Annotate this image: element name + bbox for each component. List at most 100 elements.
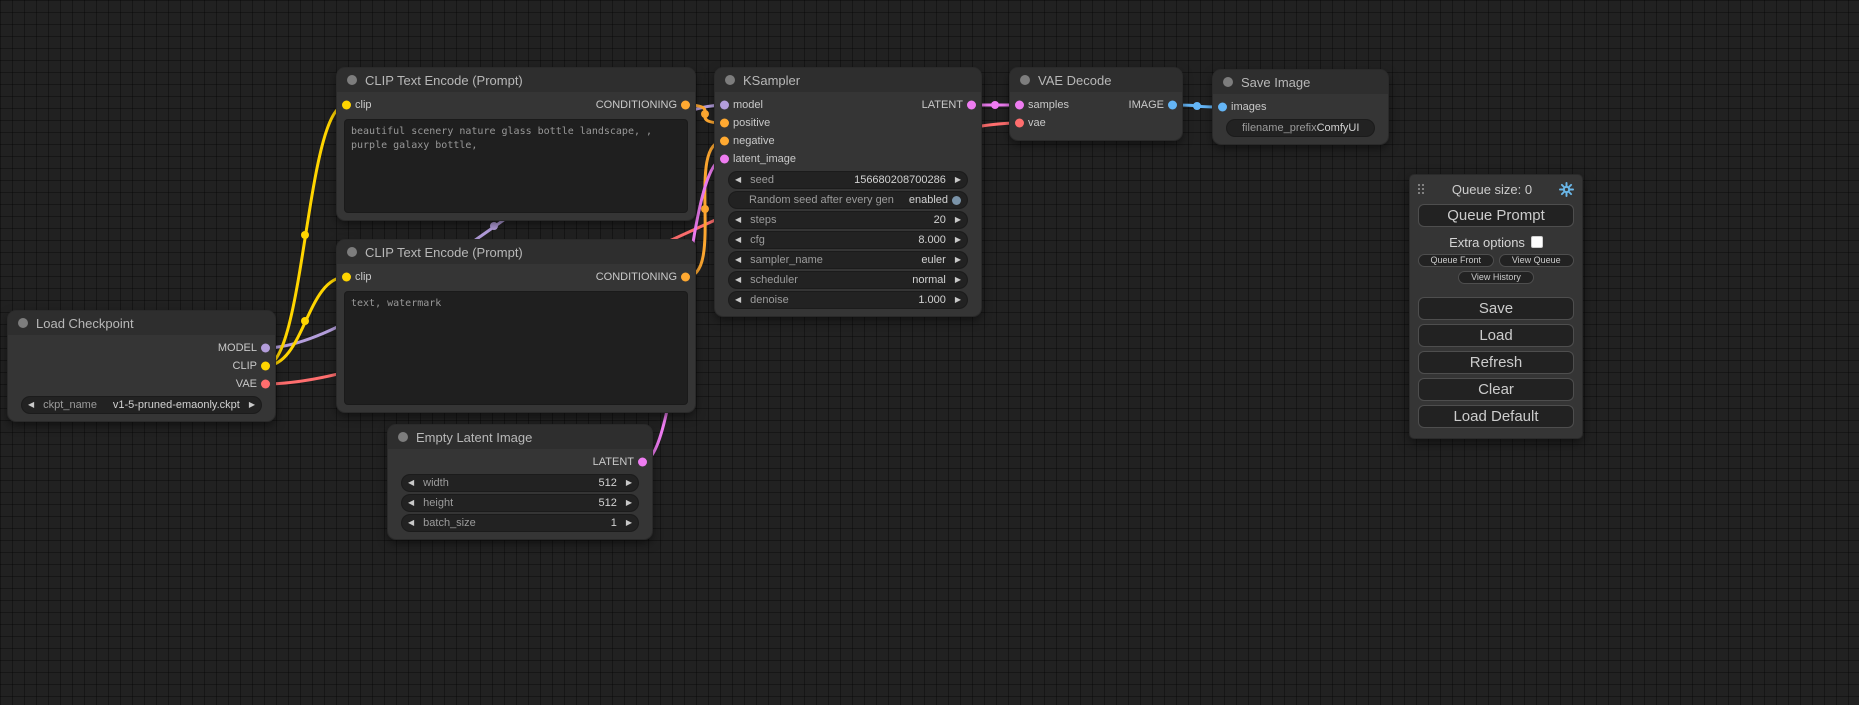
toggle-knob[interactable] [952, 196, 961, 205]
widget-random-seed-toggle[interactable]: Random seed after every gen enabled [729, 192, 967, 208]
collapse-dot-icon[interactable] [398, 432, 408, 442]
node-title-bar[interactable]: Save Image [1213, 70, 1388, 94]
node-title: Save Image [1241, 75, 1310, 90]
decrement-arrow-icon[interactable]: ◀ [735, 216, 741, 224]
node-load-checkpoint[interactable]: Load Checkpoint MODEL CLIP VAE ◀ ckpt_na… [8, 311, 275, 421]
widget-seed[interactable]: ◀ seed 156680208700286 ▶ [729, 172, 967, 188]
extra-options-row: Extra options [1418, 234, 1574, 250]
increment-arrow-icon[interactable]: ▶ [626, 519, 632, 527]
decrement-arrow-icon[interactable]: ◀ [28, 401, 34, 409]
decrement-arrow-icon[interactable]: ◀ [408, 519, 414, 527]
node-save-image[interactable]: Save Image images filename_prefix ComfyU… [1213, 70, 1388, 144]
increment-arrow-icon[interactable]: ▶ [955, 176, 961, 184]
widget-sampler-name[interactable]: ◀ sampler_name euler ▶ [729, 252, 967, 268]
increment-arrow-icon[interactable]: ▶ [955, 276, 961, 284]
slot-negative-input[interactable] [720, 137, 729, 146]
slot-vae-input[interactable] [1015, 119, 1024, 128]
collapse-dot-icon[interactable] [1223, 77, 1233, 87]
slot-row: positive [715, 114, 981, 132]
slot-clip-output[interactable] [261, 362, 270, 371]
slot-image-output[interactable] [1168, 101, 1177, 110]
node-title: CLIP Text Encode (Prompt) [365, 245, 523, 260]
widget-cfg[interactable]: ◀ cfg 8.000 ▶ [729, 232, 967, 248]
extra-options-checkbox[interactable] [1531, 236, 1543, 248]
slot-samples-input[interactable] [1015, 101, 1024, 110]
slot-conditioning-output[interactable] [681, 101, 690, 110]
slot-model-output[interactable] [261, 344, 270, 353]
collapse-dot-icon[interactable] [1020, 75, 1030, 85]
node-clip-text-encode-negative[interactable]: CLIP Text Encode (Prompt) clip CONDITION… [337, 240, 695, 412]
slot-images-input[interactable] [1218, 103, 1227, 112]
decrement-arrow-icon[interactable]: ◀ [735, 276, 741, 284]
drag-handle-icon[interactable] [1418, 184, 1425, 195]
decrement-arrow-icon[interactable]: ◀ [408, 479, 414, 487]
refresh-button[interactable]: Refresh [1418, 351, 1574, 374]
comfy-menu[interactable]: Queue size: 0 Queue Prompt Extra options [1410, 175, 1582, 438]
increment-arrow-icon[interactable]: ▶ [955, 216, 961, 224]
slot-latent-image-input[interactable] [720, 155, 729, 164]
queue-prompt-button[interactable]: Queue Prompt [1418, 204, 1574, 227]
slot-clip-input[interactable] [342, 273, 351, 282]
output-slot-label: MODEL [218, 342, 257, 354]
settings-gear-icon[interactable] [1559, 182, 1574, 197]
decrement-arrow-icon[interactable]: ◀ [735, 176, 741, 184]
widget-denoise[interactable]: ◀ denoise 1.000 ▶ [729, 292, 967, 308]
node-title-bar[interactable]: KSampler [715, 68, 981, 92]
history-row: View History [1418, 271, 1574, 284]
decrement-arrow-icon[interactable]: ◀ [735, 296, 741, 304]
slot-latent-output[interactable] [967, 101, 976, 110]
slot-vae-output[interactable] [261, 380, 270, 389]
queue-size-label: Queue size: 0 [1425, 182, 1559, 197]
save-button[interactable]: Save [1418, 297, 1574, 320]
prompt-textarea[interactable]: text, watermark [345, 292, 687, 404]
slot-latent-output[interactable] [638, 458, 647, 467]
node-title-bar[interactable]: VAE Decode [1010, 68, 1182, 92]
collapse-dot-icon[interactable] [725, 75, 735, 85]
widget-value: 512 [598, 477, 616, 489]
output-slot-label: LATENT [922, 99, 963, 111]
decrement-arrow-icon[interactable]: ◀ [735, 236, 741, 244]
widget-ckpt-name[interactable]: ◀ ckpt_name v1-5-pruned-emaonly.ckpt ▶ [22, 397, 261, 413]
collapse-dot-icon[interactable] [347, 247, 357, 257]
node-vae-decode[interactable]: VAE Decode samples IMAGE vae [1010, 68, 1182, 140]
slot-conditioning-output[interactable] [681, 273, 690, 282]
view-queue-button[interactable]: View Queue [1499, 254, 1575, 267]
node-ksampler[interactable]: KSampler model LATENT positive negative … [715, 68, 981, 316]
node-clip-text-encode-positive[interactable]: CLIP Text Encode (Prompt) clip CONDITION… [337, 68, 695, 220]
increment-arrow-icon[interactable]: ▶ [249, 401, 255, 409]
increment-arrow-icon[interactable]: ▶ [955, 256, 961, 264]
widget-label: ckpt_name [43, 399, 97, 411]
widget-steps[interactable]: ◀ steps 20 ▶ [729, 212, 967, 228]
node-title-bar[interactable]: CLIP Text Encode (Prompt) [337, 240, 695, 264]
node-empty-latent-image[interactable]: Empty Latent Image LATENT ◀ width 512 ▶ … [388, 425, 652, 539]
decrement-arrow-icon[interactable]: ◀ [735, 256, 741, 264]
widget-width[interactable]: ◀ width 512 ▶ [402, 475, 638, 491]
widget-scheduler[interactable]: ◀ scheduler normal ▶ [729, 272, 967, 288]
node-title-bar[interactable]: CLIP Text Encode (Prompt) [337, 68, 695, 92]
node-graph-canvas[interactable]: Load Checkpoint MODEL CLIP VAE ◀ ckpt_na… [0, 0, 1859, 705]
increment-arrow-icon[interactable]: ▶ [955, 296, 961, 304]
node-title-bar[interactable]: Empty Latent Image [388, 425, 652, 449]
widget-value: 1.000 [918, 294, 946, 306]
widget-height[interactable]: ◀ height 512 ▶ [402, 495, 638, 511]
increment-arrow-icon[interactable]: ▶ [626, 479, 632, 487]
node-title-bar[interactable]: Load Checkpoint [8, 311, 275, 335]
widget-filename-prefix[interactable]: filename_prefix ComfyUI [1227, 120, 1374, 136]
slot-clip-input[interactable] [342, 101, 351, 110]
increment-arrow-icon[interactable]: ▶ [626, 499, 632, 507]
link-midpoint-dot [1193, 102, 1201, 110]
slot-model-input[interactable] [720, 101, 729, 110]
load-default-button[interactable]: Load Default [1418, 405, 1574, 428]
queue-front-button[interactable]: Queue Front [1418, 254, 1494, 267]
collapse-dot-icon[interactable] [347, 75, 357, 85]
slot-row: CLIP [8, 357, 275, 375]
collapse-dot-icon[interactable] [18, 318, 28, 328]
decrement-arrow-icon[interactable]: ◀ [408, 499, 414, 507]
increment-arrow-icon[interactable]: ▶ [955, 236, 961, 244]
load-button[interactable]: Load [1418, 324, 1574, 347]
slot-positive-input[interactable] [720, 119, 729, 128]
prompt-textarea[interactable]: beautiful scenery nature glass bottle la… [345, 120, 687, 212]
widget-batch-size[interactable]: ◀ batch_size 1 ▶ [402, 515, 638, 531]
clear-button[interactable]: Clear [1418, 378, 1574, 401]
view-history-button[interactable]: View History [1458, 271, 1534, 284]
